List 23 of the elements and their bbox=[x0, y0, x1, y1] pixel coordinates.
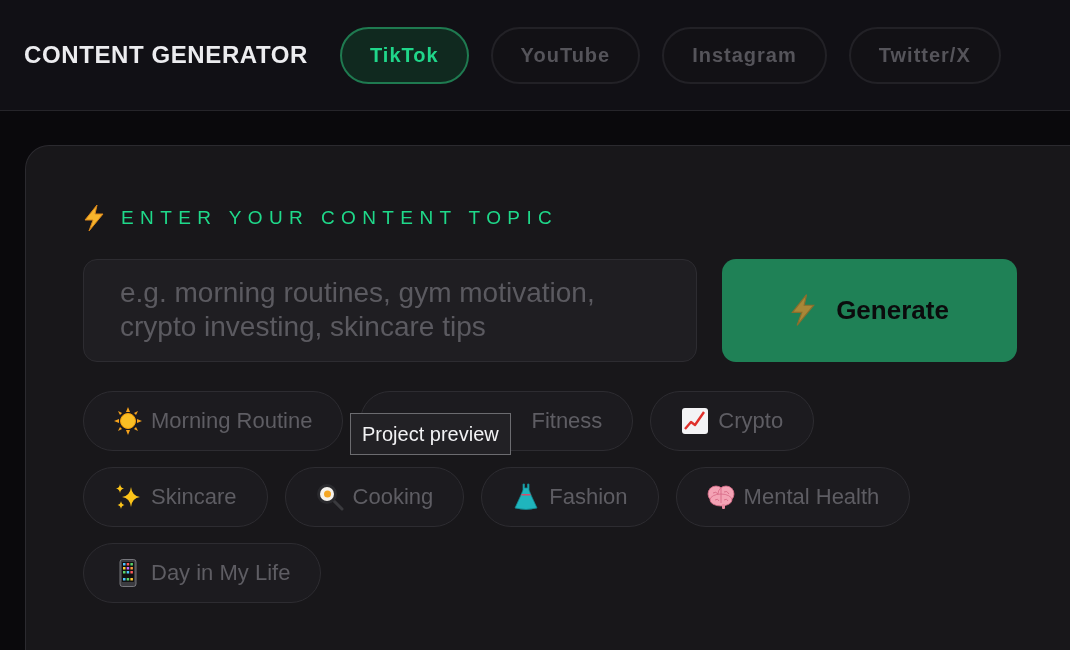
brain-icon bbox=[706, 482, 735, 511]
sun-icon bbox=[114, 406, 142, 435]
app-title: CONTENT GENERATOR bbox=[24, 40, 308, 70]
topic-chip[interactable]: Mental Health bbox=[675, 466, 911, 527]
platform-tab[interactable]: TikTok bbox=[340, 26, 469, 84]
frying-pan-icon bbox=[315, 482, 344, 511]
topic-chip[interactable]: Cooking bbox=[284, 466, 465, 527]
topic-chip[interactable]: Day in My Life bbox=[83, 542, 322, 603]
tooltip: Project preview bbox=[350, 412, 511, 455]
topic-chip[interactable]: Crypto bbox=[650, 390, 815, 451]
line-chart-icon bbox=[681, 406, 710, 435]
lightning-bolt-icon bbox=[83, 205, 105, 232]
dress-icon bbox=[512, 482, 541, 511]
topic-chip[interactable]: Fashion bbox=[481, 466, 659, 527]
platform-tab[interactable]: YouTube bbox=[490, 26, 641, 84]
generate-button[interactable]: Generate bbox=[722, 258, 1017, 362]
topic-chip[interactable]: Morning Routine bbox=[83, 390, 344, 451]
topic-input-field[interactable]: e.g. morning routines, gym motivation, crypto investing, skincare tips bbox=[83, 258, 697, 362]
topic-chip[interactable]: Skincare bbox=[83, 466, 268, 527]
lightning-bolt-icon bbox=[790, 294, 817, 326]
platform-tab[interactable]: Instagram bbox=[662, 26, 827, 84]
section-heading: ENTER YOUR CONTENT TOPIC bbox=[121, 206, 559, 230]
platform-tab[interactable]: Twitter/X bbox=[848, 26, 1001, 84]
